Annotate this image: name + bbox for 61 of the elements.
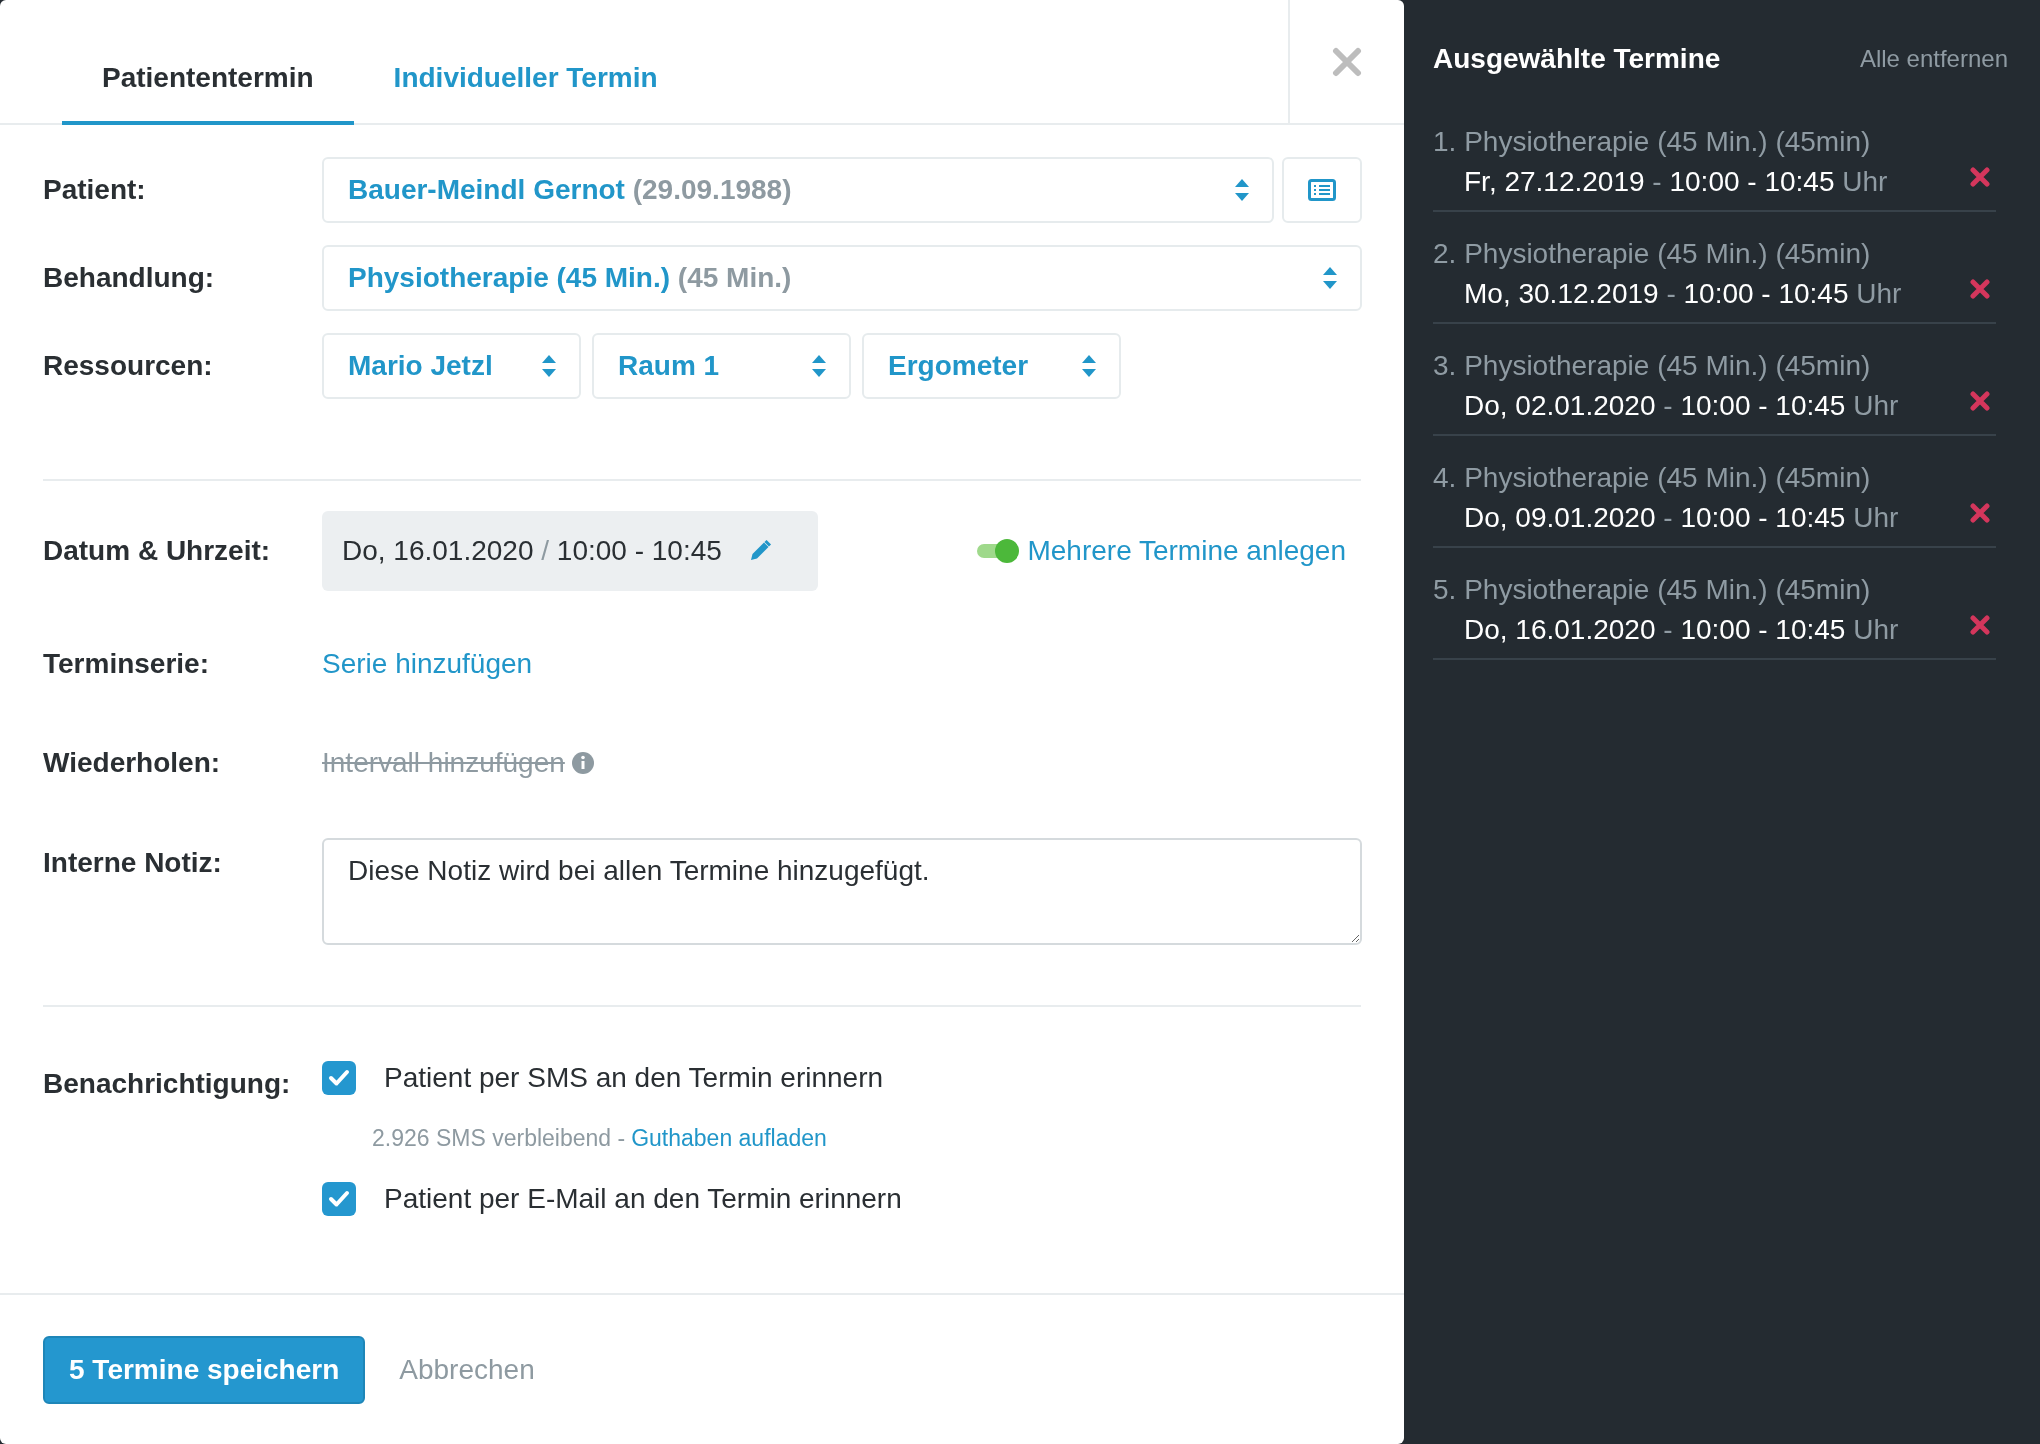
multiple-appointments-link[interactable]: Mehrere Termine anlegen xyxy=(1027,530,1346,572)
checkbox-label: Patient per SMS an den Termin erinnern xyxy=(384,1061,884,1095)
appointment-time: Fr, 27.12.2019 - 10:00 - 10:45 Uhr xyxy=(1463,165,1888,199)
cancel-button[interactable]: Abbrechen xyxy=(399,1348,535,1391)
sort-caret-icon xyxy=(1322,266,1338,290)
clear-all-link[interactable]: Alle entfernen xyxy=(1859,41,2008,77)
select-field[interactable]: Bauer-Meindl Gernot (29.09.1988) xyxy=(322,157,1274,223)
field-label: Interne Notiz: xyxy=(43,846,223,880)
appointment-title: 3. Physiotherapie (45 Min.) (45min) xyxy=(1433,349,1872,383)
close-icon xyxy=(1332,46,1362,77)
check-icon xyxy=(328,1069,350,1087)
appointment-time: Do, 02.01.2020 - 10:00 - 10:45 Uhr xyxy=(1463,389,1899,423)
appointment-title: 2. Physiotherapie (45 Min.) (45min) xyxy=(1433,237,1872,271)
field-label: Behandlung: xyxy=(43,261,216,295)
remove-button[interactable] xyxy=(1970,615,1990,635)
toggle-switch[interactable] xyxy=(977,539,1020,563)
sort-caret-icon xyxy=(1081,354,1097,378)
note-field[interactable]: Diese Notiz wird bei allen Termine hinzugefügt. xyxy=(322,838,1362,945)
field-label: Benachrichtigung: xyxy=(43,1067,292,1101)
sort-caret-icon xyxy=(811,354,827,378)
sort-caret-icon xyxy=(541,354,557,378)
remove-icon xyxy=(1970,615,1990,635)
checkbox-label: Patient per E-Mail an den Termin erinnern xyxy=(384,1181,902,1216)
checkbox[interactable] xyxy=(322,1061,356,1095)
field-label: Datum & Uhrzeit: xyxy=(43,534,272,568)
appointment-title: 4. Physiotherapie (45 Min.) (45min) xyxy=(1433,461,1872,495)
select-field[interactable]: Raum 1 xyxy=(592,333,851,399)
select-field[interactable]: Mario Jetzl xyxy=(322,333,581,399)
appointment-title: 5. Physiotherapie (45 Min.) (45min) xyxy=(1433,573,1872,607)
appointment-time: Mo, 30.12.2019 - 10:00 - 10:45 Uhr xyxy=(1463,277,1902,311)
select-field[interactable]: Physiotherapie (45 Min.) (45 Min.) xyxy=(322,245,1362,311)
list-card-icon xyxy=(1308,179,1336,201)
appointment-title: 1. Physiotherapie (45 Min.) (45min) xyxy=(1433,125,1872,159)
remove-button[interactable] xyxy=(1970,391,1990,411)
tab[interactable]: Patiententermin xyxy=(62,0,354,125)
sms-remaining-text: 2.926 SMS verbleibend - xyxy=(372,1124,626,1153)
remove-icon xyxy=(1970,167,1990,187)
remove-icon xyxy=(1970,391,1990,411)
save-button[interactable]: 5 Termine speichern xyxy=(43,1335,366,1404)
panel-title: Ausgewählte Termine xyxy=(1433,42,1721,76)
remove-icon xyxy=(1970,503,1990,523)
check-icon xyxy=(328,1189,350,1208)
appointment-time: Do, 09.01.2020 - 10:00 - 10:45 Uhr xyxy=(1463,501,1899,535)
select-field[interactable]: Ergometer xyxy=(862,333,1121,399)
add-series-link[interactable]: Serie hinzufügen xyxy=(322,643,533,685)
date-time-field[interactable]: Do, 16.01.2020 / 10:00 - 10:45 xyxy=(322,511,818,591)
top-up-link[interactable]: Guthaben aufladen xyxy=(631,1121,827,1156)
field-label: Ressourcen: xyxy=(43,349,214,383)
field-label: Patient: xyxy=(43,173,147,207)
tab[interactable]: Individueller Termin xyxy=(353,0,698,125)
remove-button[interactable] xyxy=(1970,503,1990,523)
field-label: Terminserie: xyxy=(43,647,210,681)
info-icon xyxy=(570,751,595,775)
remove-button[interactable] xyxy=(1970,279,1990,299)
remove-button[interactable] xyxy=(1970,167,1990,187)
appointment-time: Do, 16.01.2020 - 10:00 - 10:45 Uhr xyxy=(1463,613,1899,647)
sort-caret-icon xyxy=(1234,178,1250,202)
checkbox[interactable] xyxy=(322,1181,356,1216)
field-label: Wiederholen: xyxy=(43,746,222,780)
remove-icon xyxy=(1970,279,1990,299)
patient-card-button[interactable] xyxy=(1282,157,1362,223)
